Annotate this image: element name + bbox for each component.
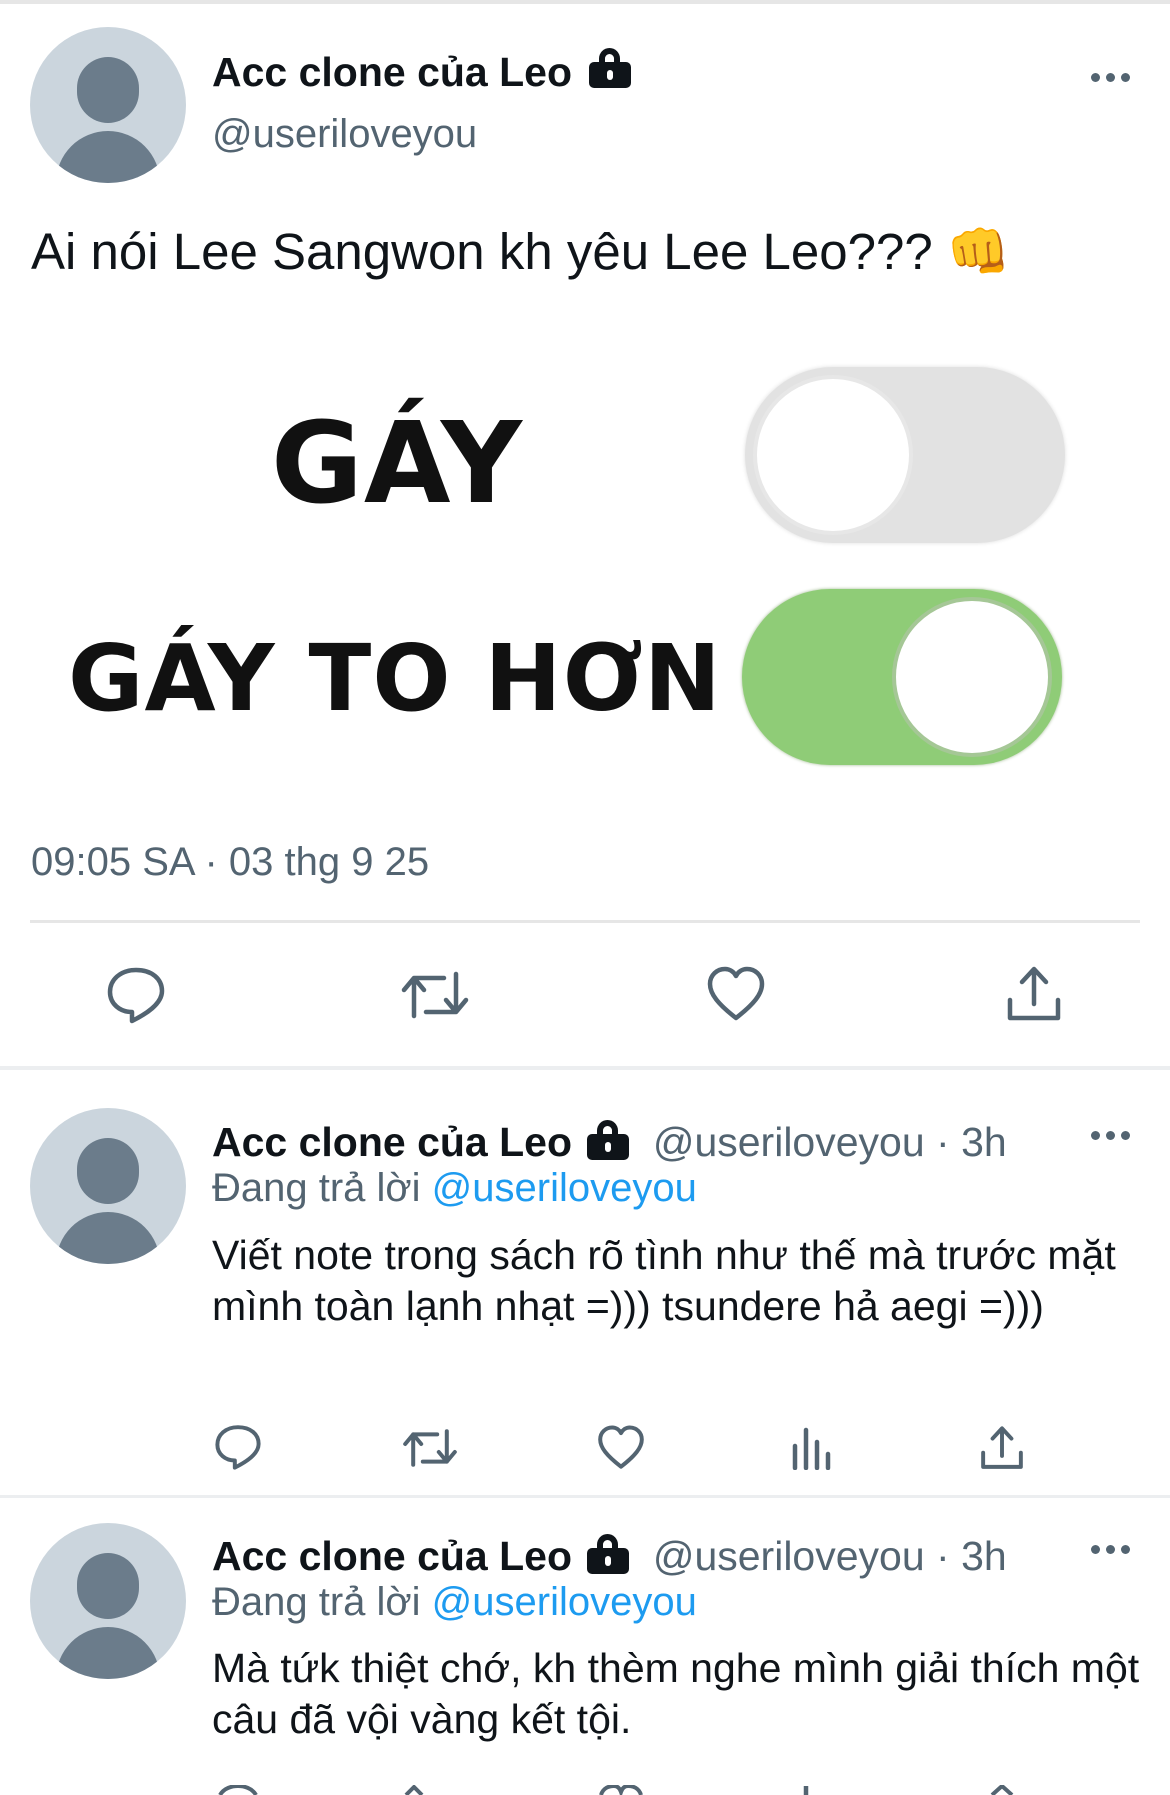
replying-to-row: Đang trả lời @useriloveyou	[212, 1580, 697, 1625]
handle-time[interactable]: @useriloveyou · 3h	[653, 1119, 1007, 1165]
retweet-icon[interactable]	[400, 968, 470, 1022]
display-name-row[interactable]: Acc clone của Leo	[212, 46, 632, 96]
replying-to-row: Đang trả lời @useriloveyou	[212, 1166, 697, 1211]
display-name[interactable]: Acc clone của Leo	[212, 1119, 572, 1165]
avatar-head	[77, 57, 139, 123]
analytics-icon[interactable]	[791, 1426, 831, 1470]
avatar-head	[77, 1138, 139, 1204]
like-icon[interactable]	[597, 1785, 645, 1795]
avatar-body	[56, 131, 160, 183]
display-name[interactable]: Acc clone của Leo	[212, 49, 572, 95]
lock-icon	[589, 48, 632, 88]
handle-time[interactable]: @useriloveyou · 3h	[653, 1533, 1007, 1579]
top-divider	[0, 0, 1170, 4]
lock-icon	[587, 1534, 630, 1574]
meme-label-top: GÁY	[271, 399, 523, 529]
more-options-icon[interactable]	[1091, 1545, 1130, 1554]
share-icon[interactable]	[1006, 964, 1062, 1024]
toggle-on-graphic	[742, 589, 1062, 765]
avatar[interactable]	[30, 1108, 186, 1264]
replying-prefix: Đang trả lời	[212, 1166, 421, 1210]
avatar[interactable]	[30, 27, 186, 183]
divider	[0, 1495, 1170, 1498]
reply-icon[interactable]	[214, 1424, 262, 1470]
toggle-knob	[753, 375, 913, 535]
reply-text: Mà tứk thiệt chớ, kh thèm nghe mình giải…	[212, 1645, 1140, 1742]
toggle-knob	[892, 597, 1052, 757]
divider	[0, 1066, 1170, 1070]
retweet-icon[interactable]	[402, 1785, 458, 1795]
share-icon[interactable]	[980, 1424, 1024, 1472]
replying-prefix: Đang trả lời	[212, 1580, 421, 1624]
like-icon[interactable]	[597, 1425, 645, 1470]
reply-icon[interactable]	[106, 966, 166, 1024]
analytics-icon[interactable]	[791, 1785, 831, 1795]
avatar-body	[56, 1212, 160, 1264]
reply-icon[interactable]	[214, 1785, 262, 1795]
reply-header: Acc clone của Leo @useriloveyou · 3h	[212, 1116, 1007, 1166]
display-name[interactable]: Acc clone của Leo	[212, 1533, 572, 1579]
lock-icon	[587, 1120, 630, 1160]
avatar[interactable]	[30, 1523, 186, 1679]
meme-label-bottom: GÁY TO HƠN	[68, 625, 722, 732]
reply-header: Acc clone của Leo @useriloveyou · 3h	[212, 1530, 1007, 1580]
handle[interactable]: @useriloveyou	[212, 112, 477, 157]
replying-to-link[interactable]: @useriloveyou	[432, 1166, 697, 1210]
more-options-icon[interactable]	[1091, 1131, 1130, 1140]
meme-image[interactable]: GÁY GÁY TO HƠN	[60, 355, 1080, 785]
more-options-icon[interactable]	[1091, 73, 1130, 82]
retweet-icon[interactable]	[402, 1426, 458, 1470]
replying-to-link[interactable]: @useriloveyou	[432, 1580, 697, 1624]
like-icon[interactable]	[706, 966, 766, 1022]
avatar-body	[56, 1627, 160, 1679]
share-icon[interactable]	[980, 1785, 1024, 1795]
timestamp[interactable]: 09:05 SA · 03 thg 9 25	[31, 840, 429, 885]
reply-text: Viết note trong sách rõ tình như thế mà …	[212, 1232, 1116, 1329]
toggle-off-graphic	[745, 367, 1065, 543]
tweet-text: Ai nói Lee Sangwon kh yêu Lee Leo??? 👊	[31, 223, 1011, 280]
divider	[30, 920, 1140, 923]
avatar-head	[77, 1553, 139, 1619]
